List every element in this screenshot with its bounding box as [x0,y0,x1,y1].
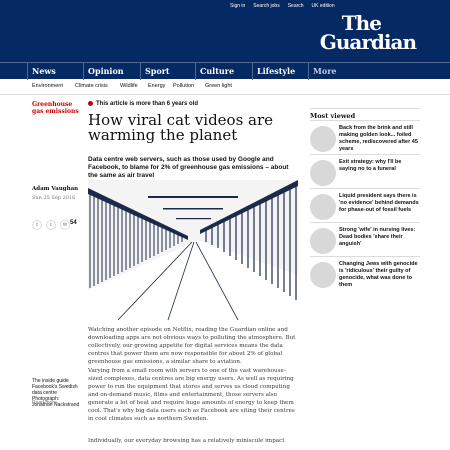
subnav-energy[interactable]: Energy [148,83,165,89]
sub-nav: Environment Climate crisis Wildlife Ener… [0,79,450,95]
nav-culture[interactable]: Culture [194,63,234,80]
top-links: Sign in Search jobs Search UK edition [230,3,335,9]
most-viewed-headline: Exit strategy: why I'll be saying no to … [339,159,402,172]
most-viewed-title: Most viewed [310,112,356,120]
clock-icon [88,101,93,106]
facebook-icon[interactable]: f [32,220,42,230]
twitter-icon[interactable]: t [46,220,56,230]
share-count: 54 [70,220,77,226]
standfirst: Data centre web servers, such as those u… [88,156,289,179]
masthead: Sign in Search jobs Search UK edition Th… [0,0,450,62]
edition-link[interactable]: UK edition [312,3,335,9]
paragraph-2: Varying from a small room with servers t… [88,368,295,422]
search-link[interactable]: Search [288,3,304,9]
publish-date: Sun 25 Sep 2016 [32,195,76,201]
email-icon[interactable]: ✉ [60,220,70,230]
most-viewed-item-1[interactable]: Back from the brink and still making gol… [310,120,420,158]
most-viewed-headline: Back from the brink and still making gol… [339,125,418,152]
most-viewed-thumbnail [310,194,336,220]
subnav-green-light[interactable]: Green light [205,83,232,89]
share-buttons: f t ✉ [32,220,70,230]
most-viewed-item-3[interactable]: Liquid president says there is 'no evide… [310,188,420,226]
primary-nav: News Opinion Sport Culture Lifestyle Mor… [0,62,450,80]
most-viewed-rule [310,108,420,109]
most-viewed-thumbnail [310,262,336,288]
headline: How viral cat videos are warming the pla… [88,111,274,144]
most-viewed-thumbnail [310,160,336,186]
search-jobs-link[interactable]: Search jobs [253,3,279,9]
notice-text: This article is more than 6 years old [96,101,199,108]
author-name[interactable]: Adam Vaughan [32,186,78,192]
most-viewed-item-2[interactable]: Exit strategy: why I'll be saying no to … [310,154,420,192]
most-viewed-thumbnail [310,126,336,152]
nav-lifestyle[interactable]: Lifestyle [251,63,295,80]
nav-more[interactable]: More [308,63,337,80]
nav-news[interactable]: News [27,63,56,80]
sign-in-link[interactable]: Sign in [230,3,245,9]
guardian-logo[interactable]: The Guardian [319,13,417,54]
paragraph-1: Watching another episode on Netflix, rea… [88,327,296,365]
article-age-notice: This article is more than 6 years old [88,101,198,107]
most-viewed-headline: Strong 'wife' in nursing lives: Dead bod… [339,227,416,247]
most-viewed-item-4[interactable]: Strong 'wife' in nursing lives: Dead bod… [310,222,420,260]
paragraph-3: Individually, our everyday browsing has … [88,438,285,444]
subnav-environment[interactable]: Environment [32,83,63,89]
section-label[interactable]: Greenhouse gas emissions [32,101,82,115]
nav-sport[interactable]: Sport [140,63,170,80]
most-viewed-thumbnail [310,228,336,254]
most-viewed-headline: Changing Jews with genocide is 'ridiculo… [339,261,418,288]
hero-image-data-centre[interactable] [88,180,298,320]
most-viewed-item-5[interactable]: Changing Jews with genocide is 'ridiculo… [310,256,420,294]
most-viewed-headline: Liquid president says there is 'no evide… [339,193,419,213]
nav-opinion[interactable]: Opinion [83,63,124,80]
server-rows-illustration [88,180,298,320]
logo-line-2: Guardian [319,30,417,54]
subnav-wildlife[interactable]: Wildlife [120,83,138,89]
read-more-link[interactable]: Read more [32,400,57,406]
subnav-climate-crisis[interactable]: Climate crisis [75,83,108,89]
subnav-pollution[interactable]: Pollution [173,83,194,89]
